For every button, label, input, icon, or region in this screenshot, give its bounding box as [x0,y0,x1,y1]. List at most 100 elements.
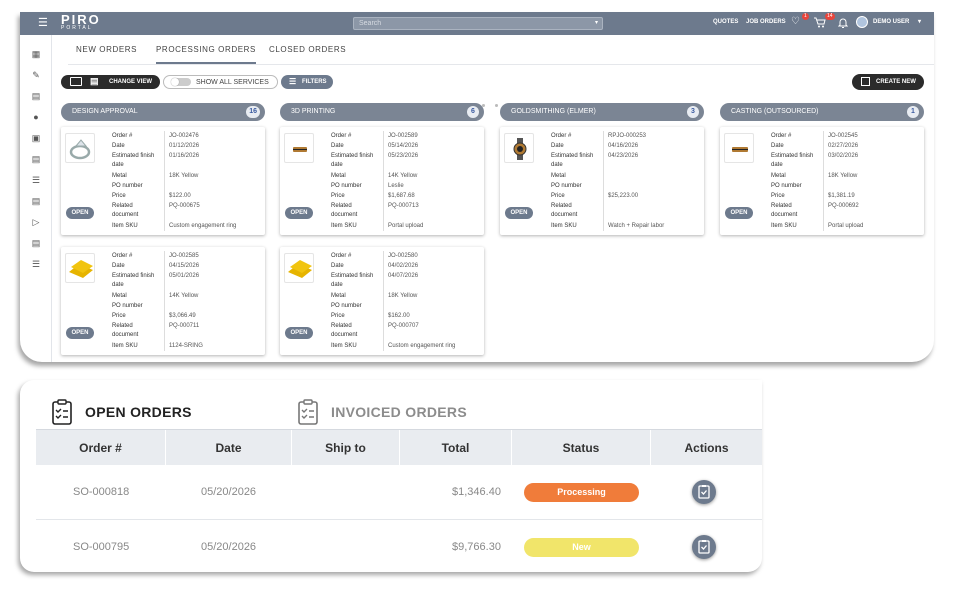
list-icon[interactable]: ▤ [31,196,41,206]
product-thumbnail [724,133,754,163]
tab-new-orders[interactable]: NEW ORDERS [76,45,137,54]
lock-icon[interactable]: ▣ [31,133,41,143]
field-label: Date [112,263,125,269]
field-value-order: RPJO-000253 [608,133,647,139]
heart-icon[interactable]: ♡ [791,16,800,28]
field-value-finish: 04/23/2026 [608,153,639,159]
logo[interactable]: PIRO PORTAL [61,13,101,31]
open-button[interactable]: OPEN [505,207,533,219]
tab-processing-orders[interactable]: PROCESSING ORDERS [156,45,256,64]
field-label: Metal [112,173,127,179]
job-order-card[interactable]: OPEN Order # Date Estimated finish date Metal… [500,127,704,235]
field-label: date [112,282,124,288]
open-button[interactable]: OPEN [285,327,313,339]
column-header-ship-to[interactable]: Ship to [292,430,400,466]
user-icon[interactable]: ● [31,112,41,122]
search-input[interactable]: Search ▾ [353,17,603,30]
column-count-badge: 1 [907,106,919,118]
show-all-services-toggle[interactable]: SHOW ALL SERVICES [163,75,278,89]
field-label: Estimated finish [112,273,155,279]
open-button[interactable]: OPEN [66,207,94,219]
field-value-price: $122.00 [169,193,191,199]
column-count-badge: 3 [687,106,699,118]
field-label: Order # [551,133,572,139]
field-label: Metal [331,293,346,299]
field-value-sku: Portal upload [828,223,864,229]
job-order-card[interactable]: OPEN Order # Date Estimated finish date Metal… [280,127,484,235]
column-header-date[interactable]: Date [166,430,292,466]
invoice-icon[interactable]: ▤ [31,238,41,248]
avatar[interactable] [856,16,868,28]
order-number[interactable]: SO-000818 [73,465,129,520]
tab-invoiced-orders[interactable]: INVOICED ORDERS [331,404,467,420]
field-value-price: $162.00 [388,313,410,319]
field-label: Order # [331,253,352,259]
field-label: Item SKU [112,223,138,229]
video-icon[interactable]: ▷ [31,217,41,227]
field-label: date [112,162,124,168]
open-button[interactable]: OPEN [725,207,753,219]
chevron-down-icon[interactable]: ▾ [595,19,598,26]
field-label: Related [551,203,572,209]
field-label: Related [771,203,792,209]
card-view-icon[interactable] [70,77,82,86]
field-value-date: 02/27/2026 [828,143,859,149]
field-value-finish: 04/07/2026 [388,273,419,279]
field-value-finish: 01/16/2026 [169,153,200,159]
open-button[interactable]: OPEN [66,327,94,339]
carousel-dots[interactable] [430,94,560,107]
document-icon[interactable]: ▤ [31,154,41,164]
book-icon[interactable]: ▤ [31,91,41,101]
tab-open-orders[interactable]: OPEN ORDERS [85,404,192,420]
column-header-order[interactable]: Order # [36,430,166,466]
column-header-total[interactable]: Total [400,430,512,466]
job-order-card[interactable]: OPEN Order # Date Estimated finish date Metal… [280,247,484,355]
settings-sliders-icon[interactable]: ☰ [31,259,41,269]
sidebar: ▦ ✎ ▤ ● ▣ ▤ ☰ ▤ ▷ ▤ ☰ [20,35,52,362]
open-button[interactable]: OPEN [285,207,313,219]
field-value-date: 04/16/2026 [608,143,639,149]
tab-closed-orders[interactable]: CLOSED ORDERS [269,45,346,54]
list-view-icon[interactable]: ▤ [90,76,99,87]
field-value-related: PQ-000711 [169,323,200,329]
dashboard-icon[interactable]: ▦ [31,49,41,59]
view-order-button[interactable] [692,535,716,559]
field-value-finish: 05/23/2026 [388,153,419,159]
column-count-badge: 6 [467,106,479,118]
column-header-status[interactable]: Status [512,430,651,466]
filters-button[interactable]: ☰ FILTERS [281,75,333,89]
job-order-card[interactable]: OPEN Order # Date Estimated finish date Metal… [720,127,924,235]
field-label: PO number [112,303,143,309]
show-all-services-label: SHOW ALL SERVICES [196,79,269,86]
edit-icon[interactable]: ✎ [31,70,41,80]
create-new-button[interactable]: CREATE NEW [852,74,924,90]
create-new-label: CREATE NEW [876,79,916,85]
field-label: Item SKU [112,343,138,349]
job-order-card[interactable]: OPEN Order # Date Estimated finish date Metal… [61,247,265,355]
table-header: Order # Date Ship to Total Status Action… [36,429,762,466]
field-label: Related [112,323,133,329]
field-value-related: PQ-000675 [169,203,200,209]
table-row[interactable]: SO-000818 05/20/2026 $1,346.40 Processin… [36,465,762,520]
user-chevron-icon[interactable]: ▾ [918,18,921,25]
user-name[interactable]: DEMO USER [873,19,909,25]
menu-icon[interactable]: ☰ [38,18,48,29]
nav-quotes[interactable]: QUOTES [713,19,738,25]
field-value-sku: Watch + Repair labor [608,223,665,229]
field-label: Estimated finish [331,153,374,159]
job-order-card[interactable]: OPEN Order # Date Estimated finish date Metal… [61,127,265,235]
field-value-related: PQ-000692 [828,203,859,209]
toggle-knob[interactable] [171,78,191,86]
field-value-order: JO-002545 [828,133,858,139]
bell-icon[interactable] [838,17,848,29]
cart-icon[interactable] [814,17,826,28]
view-order-button[interactable] [692,480,716,504]
change-view-button[interactable]: ▤ CHANGE VIEW [61,75,160,89]
field-value-sku: Custom engagement ring [388,343,456,349]
nav-job-orders[interactable]: JOB ORDERS [746,19,786,25]
table-row[interactable]: SO-000795 05/20/2026 $9,766.30 New [36,520,762,572]
sliders-icon[interactable]: ☰ [31,175,41,185]
order-number[interactable]: SO-000795 [73,520,129,572]
column-header-actions[interactable]: Actions [651,430,762,466]
filters-label: FILTERS [302,79,327,85]
